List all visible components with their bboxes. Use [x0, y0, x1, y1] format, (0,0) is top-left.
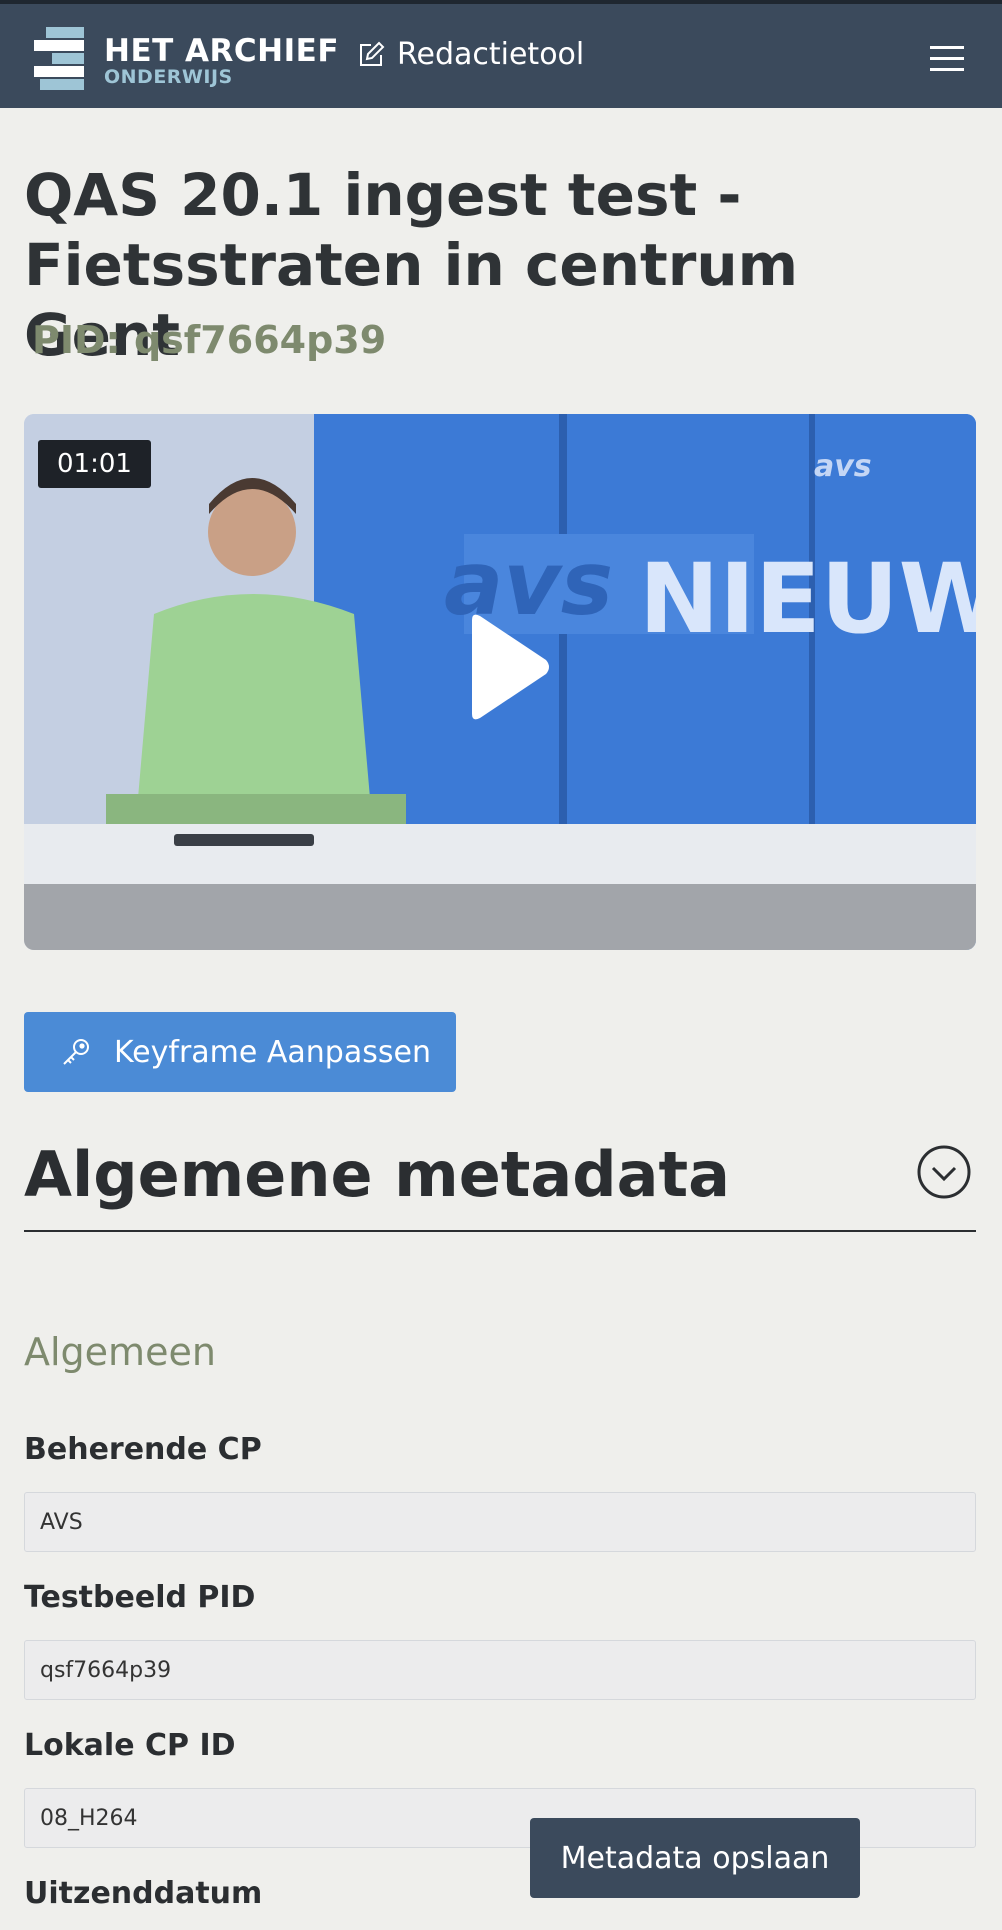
save-metadata-button[interactable]: Metadata opslaan — [530, 1818, 860, 1898]
hamburger-menu-icon[interactable] — [930, 46, 964, 72]
video-duration-badge: 01:01 — [38, 440, 151, 488]
beherende-cp-field[interactable] — [24, 1492, 976, 1552]
channel-logo-small: avs — [814, 449, 872, 484]
top-navigation-bar: HET ARCHIEF ONDERWIJS Redactietool — [0, 0, 1002, 108]
keyframe-edit-label: Keyframe Aanpassen — [114, 1034, 431, 1070]
label-testbeeld-pid: Testbeeld PID — [24, 1580, 256, 1615]
video-player[interactable]: avs NIEUWS avs 01:01 — [24, 414, 976, 950]
edit-icon — [360, 41, 385, 66]
label-lokale-cp-id: Lokale CP ID — [24, 1728, 236, 1763]
metadata-section-title: Algemene metadata — [24, 1138, 730, 1211]
het-archief-logo-icon[interactable] — [34, 27, 96, 90]
nav-redactietool-label: Redactietool — [397, 37, 585, 72]
key-icon — [63, 1039, 89, 1065]
section-divider — [24, 1230, 976, 1232]
label-uitzenddatum: Uitzenddatum — [24, 1876, 263, 1911]
keyframe-edit-button[interactable]: Keyframe Aanpassen — [24, 1012, 456, 1092]
chevron-down-circle-icon[interactable] — [916, 1144, 972, 1200]
testbeeld-pid-field[interactable] — [24, 1640, 976, 1700]
brand-subtitle[interactable]: ONDERWIJS — [104, 66, 233, 88]
nav-redactietool-link[interactable]: Redactietool — [357, 37, 584, 72]
play-icon[interactable] — [462, 612, 552, 722]
pid-label: PID: qsf7664p39 — [32, 318, 387, 362]
label-beherende-cp: Beherende CP — [24, 1432, 262, 1467]
brand-name[interactable]: HET ARCHIEF — [104, 33, 339, 69]
subsection-title: Algemeen — [24, 1330, 216, 1374]
nieuws-banner-text: NIEUWS — [639, 543, 976, 655]
